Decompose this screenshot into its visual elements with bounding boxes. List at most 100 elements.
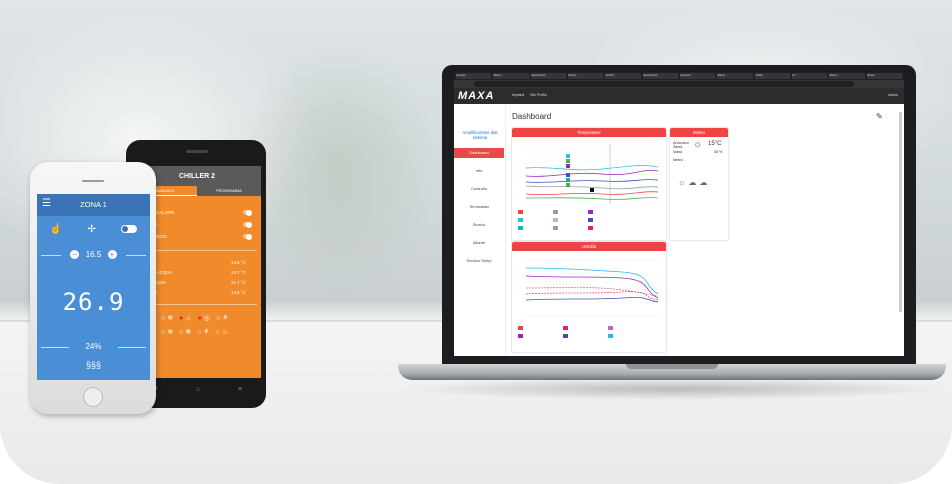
browser-tab[interactable]: Google <box>456 73 492 79</box>
sidebar-item-termostato[interactable]: Termostato <box>454 202 504 212</box>
umidita-card: Umidità <box>512 242 666 352</box>
browser-tab[interactable]: Grafici <box>605 73 641 79</box>
mode-icons-row[interactable]: ○❄ ○❄ ○⚘ ○♨ <box>161 328 230 336</box>
legend-swatch <box>588 226 593 230</box>
maxa-logo: MAXA <box>458 90 495 102</box>
temperature-card-header: Temperature <box>512 128 666 137</box>
browser-tab[interactable]: Meteo <box>866 73 902 79</box>
readout-value: 21.7 °C <box>231 280 246 285</box>
chart-tooltip <box>566 164 570 168</box>
chart-tooltip <box>566 178 570 182</box>
sidebar-title[interactable]: Amplificazione dati sistema <box>456 130 504 140</box>
meteo-humidity: 45 % <box>714 150 723 154</box>
sidebar-item-allarmi[interactable]: Allarmi <box>454 238 504 248</box>
chiller-toggle[interactable] <box>243 209 252 216</box>
browser-tab[interactable]: Ac <box>791 73 828 79</box>
scrollbar[interactable] <box>899 112 902 312</box>
temperature-legend-row <box>518 218 621 222</box>
browser-tab[interactable]: Maxa - <box>493 73 529 79</box>
plus-button[interactable]: + <box>107 250 117 259</box>
chart-tooltip <box>566 159 570 163</box>
legend-swatch <box>518 218 523 222</box>
nav-profilo-link[interactable]: Mio Profilo <box>530 93 547 97</box>
humidity-value: 24% <box>85 342 102 351</box>
zone-toggle[interactable] <box>121 225 138 233</box>
home-icon[interactable]: ⌂ <box>196 386 200 393</box>
browser-tab[interactable]: Meteo <box>567 73 604 79</box>
sidebar: Amplificazione dati sistema Dashboard In… <box>454 104 506 356</box>
forecast-icons: ☼☁☁ <box>678 178 711 187</box>
sidebar-item-info[interactable]: Info <box>454 166 504 176</box>
user-menu[interactable]: Admin <box>888 93 898 97</box>
scene: Google Maxa - Dashboard Meteo Grafici Da… <box>0 0 952 484</box>
sidebar-item-controllo[interactable]: Controllo <box>454 184 504 194</box>
laptop-screen: Google Maxa - Dashboard Meteo Grafici Da… <box>454 72 904 356</box>
tab-programma[interactable]: PROGRAMMA <box>197 186 261 196</box>
browser-tab[interactable]: Maxa <box>717 73 753 79</box>
browser-tab[interactable]: Maxa - <box>829 73 865 79</box>
setpoint-value: 16.5 <box>85 250 102 259</box>
legend-swatch <box>518 326 523 330</box>
sidebar-item-tecnico-setup[interactable]: Tecnico Setup <box>454 256 504 266</box>
chart-hover-label <box>590 188 594 192</box>
hand-icon[interactable]: ☝ <box>50 224 62 235</box>
umidita-legend-row <box>518 326 651 330</box>
sidebar-item-dashboard[interactable]: Dashboard <box>454 148 504 158</box>
browser-tab[interactable]: Dashboard <box>530 73 566 79</box>
phone-speaker <box>186 150 208 153</box>
meteo-location: Arbizzano Santa Maria <box>673 141 689 154</box>
browser-tab[interactable]: Impianti <box>679 73 716 79</box>
meteo-provider: Meteo <box>673 158 683 162</box>
readout-value: 23.7 °C <box>231 270 246 275</box>
hamburger-menu-icon[interactable]: ☰ <box>42 198 51 209</box>
legend-swatch <box>553 210 558 214</box>
fan-icon[interactable]: ✢ <box>88 224 96 235</box>
legend-swatch <box>518 334 523 338</box>
legend-swatch <box>588 210 593 214</box>
laptop-shadow <box>400 378 948 400</box>
meteo-card: Meteo Arbizzano Santa Maria ☼ 15°C 45 % … <box>670 128 728 240</box>
zona-controls: ☝ ✢ <box>37 220 150 238</box>
laptop-notch <box>626 364 718 369</box>
mode-icons-row[interactable]: ○❄ ●☼ ●◎ ○⚘ <box>161 314 230 322</box>
umidita-card-header: Umidità <box>512 242 666 251</box>
readout-value: 14.5 °C <box>231 260 246 265</box>
page-title: Dashboard <box>512 112 552 121</box>
phone-speaker <box>82 180 104 182</box>
address-bar[interactable] <box>474 81 854 87</box>
legend-swatch <box>563 334 568 338</box>
legend-swatch <box>608 326 613 330</box>
background-plant-blur <box>240 40 440 300</box>
legend-swatch <box>588 218 593 222</box>
meteo-current-temp: 15°C <box>708 141 722 147</box>
umidita-chart <box>525 259 662 317</box>
legend-swatch <box>553 218 558 222</box>
readout-value: 14.5 °C <box>231 290 246 295</box>
legend-swatch <box>553 226 558 230</box>
home-button[interactable] <box>83 387 103 407</box>
temperature-legend-row <box>518 226 621 230</box>
umidita-legend-row <box>518 334 651 338</box>
zona-phone-screen: ZONA 1 ☰ ☝ ✢ − 16.5 + 26.9 24% §§§ <box>37 194 150 380</box>
temperature-chart <box>525 144 662 204</box>
sun-icon: ☼ <box>693 139 703 150</box>
temperature-legend-row <box>518 210 621 214</box>
zona-title: ZONA 1 <box>37 194 150 216</box>
heating-icon: §§§ <box>85 360 102 370</box>
edit-icon[interactable]: ✎ <box>876 112 883 121</box>
sidebar-item-storico[interactable]: Storico <box>454 220 504 230</box>
legend-swatch <box>518 210 523 214</box>
browser-tab[interactable]: Chiller <box>754 73 790 79</box>
chart-tooltip <box>566 173 570 177</box>
chiller-toggle[interactable] <box>243 221 252 228</box>
setpoint-control: − 16.5 + <box>37 250 150 259</box>
legend-swatch <box>608 334 613 338</box>
chiller-toggle[interactable] <box>243 233 252 240</box>
current-temperature: 26.9 <box>62 288 125 316</box>
browser-tab[interactable]: Dashboard <box>642 73 678 79</box>
menu-icon[interactable]: ≡ <box>238 386 242 393</box>
minus-button[interactable]: − <box>70 250 80 259</box>
legend-swatch <box>518 226 523 230</box>
app-nav: Impianti Mio Profilo <box>512 93 547 97</box>
nav-impianti-link[interactable]: Impianti <box>512 93 524 97</box>
